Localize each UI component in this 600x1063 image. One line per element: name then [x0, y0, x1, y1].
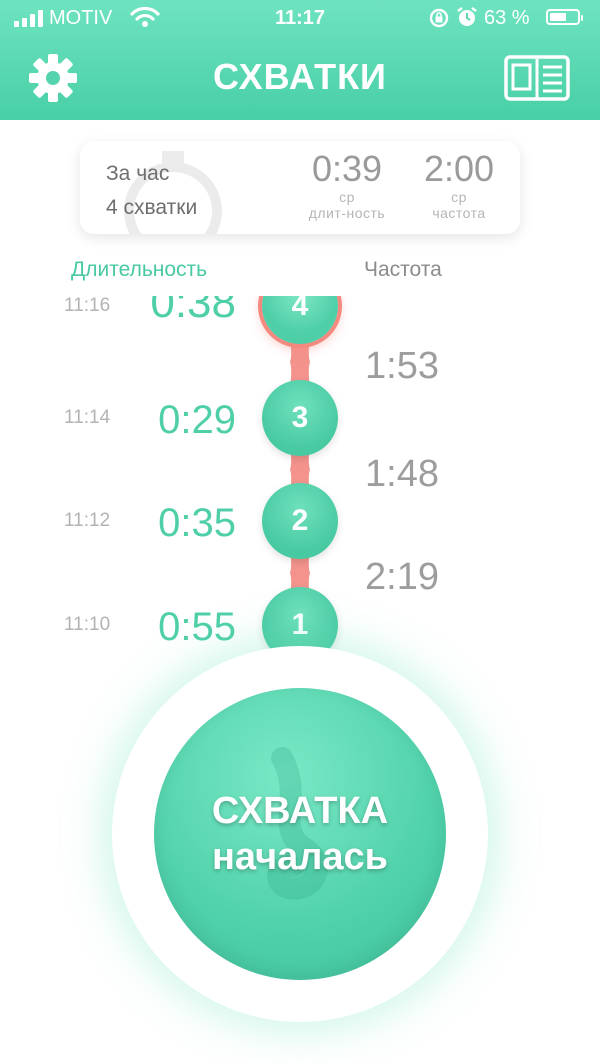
- avg-duration-label2: длит-ность: [308, 205, 386, 221]
- swirl-decoration: [267, 747, 328, 900]
- contraction-row[interactable]: 11:14 0:29 3: [0, 378, 600, 458]
- contraction-started-button[interactable]: СХВАТКА началась: [154, 688, 446, 980]
- contraction-time: 11:10: [64, 614, 111, 635]
- interval-value: 1:48: [365, 452, 439, 495]
- avg-duration-label1: ср: [339, 189, 355, 205]
- action-label-line2: началась: [211, 836, 389, 878]
- contraction-duration: 0:38: [150, 296, 236, 327]
- contraction-time: 11:14: [64, 407, 111, 428]
- contraction-duration: 0:35: [158, 501, 236, 545]
- book-icon[interactable]: [504, 55, 570, 101]
- contraction-row[interactable]: 11:16 0:38 4: [0, 296, 600, 346]
- summary-count: 4 схватки: [106, 196, 198, 219]
- avg-frequency-stat: 2:00 ср частота: [416, 148, 502, 222]
- contraction-number-bubble[interactable]: 3: [262, 380, 338, 456]
- contraction-number-bubble[interactable]: 2: [262, 483, 338, 559]
- alarm-icon: [457, 7, 477, 26]
- summary-period: За час: [106, 162, 170, 185]
- avg-frequency-label1: ср: [451, 189, 467, 205]
- duration-column-header: Длительность: [71, 258, 208, 281]
- action-label-line1: СХВАТКА: [211, 790, 389, 832]
- contraction-number-bubble[interactable]: 4: [262, 296, 338, 344]
- contraction-duration: 0:55: [158, 605, 236, 649]
- contraction-time: 11:16: [64, 296, 111, 316]
- avg-duration-stat: 0:39 ср длит-ность: [290, 148, 404, 222]
- interval-value: 2:19: [365, 556, 439, 598]
- app-header: MOTIV 11:17 63 % СХВАТКИ: [0, 0, 600, 120]
- interval-value: 1:53: [365, 345, 439, 387]
- avg-frequency-label2: частота: [432, 205, 486, 221]
- contraction-timeline[interactable]: 11:16 0:38 4 11:14 0:29 3 11:12 0:35 2 11:10 0:55 1…: [0, 296, 600, 666]
- rotation-lock-icon: [429, 8, 449, 28]
- contraction-row[interactable]: 11:12 0:35 2: [0, 481, 600, 561]
- status-bar: MOTIV 11:17 63 %: [0, 0, 600, 38]
- battery-percent: 63 %: [484, 7, 530, 29]
- avg-frequency-value: 2:00: [423, 148, 495, 189]
- battery-icon: [546, 9, 583, 25]
- contraction-time: 11:12: [64, 510, 111, 531]
- avg-duration-value: 0:39: [311, 148, 383, 189]
- frequency-column-header: Частота: [364, 258, 442, 281]
- summary-card: За час 4 схватки 0:39 ср длит-ность 2:00…: [80, 141, 520, 234]
- contraction-duration: 0:29: [158, 398, 236, 442]
